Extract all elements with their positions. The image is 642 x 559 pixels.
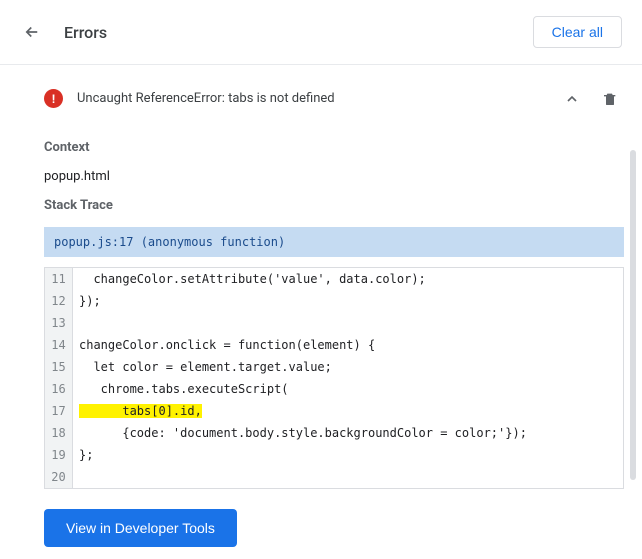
code-line: 14changeColor.onclick = function(element… <box>45 334 623 356</box>
code-line: 13 <box>45 312 623 334</box>
view-dev-tools-button[interactable]: View in Developer Tools <box>44 509 237 547</box>
page-title: Errors <box>64 23 107 42</box>
clear-all-button[interactable]: Clear all <box>533 16 622 48</box>
code-line: 11 changeColor.setAttribute('value', dat… <box>45 268 623 290</box>
error-icon: ! <box>44 89 63 108</box>
code-line: 20 <box>45 466 623 488</box>
error-row[interactable]: ! Uncaught ReferenceError: tabs is not d… <box>44 79 618 126</box>
code-line-highlight: 17 tabs[0].id, <box>45 400 623 422</box>
code-line: 12}); <box>45 290 623 312</box>
trash-icon[interactable] <box>602 90 618 108</box>
context-heading: Context <box>44 140 618 155</box>
code-line: 16 chrome.tabs.executeScript( <box>45 378 623 400</box>
header: Errors Clear all <box>0 0 642 65</box>
code-line: 15 let color = element.target.value; <box>45 356 623 378</box>
error-actions <box>564 90 618 108</box>
error-message: Uncaught ReferenceError: tabs is not def… <box>77 91 335 106</box>
code-line: 18 {code: 'document.body.style.backgroun… <box>45 422 623 444</box>
code-line: 19}; <box>45 444 623 466</box>
back-arrow-icon[interactable] <box>22 22 42 42</box>
footer: View in Developer Tools <box>0 489 642 547</box>
code-block: 11 changeColor.setAttribute('value', dat… <box>44 267 624 489</box>
chevron-up-icon[interactable] <box>564 91 580 107</box>
context-value: popup.html <box>44 169 618 184</box>
stack-trace-heading: Stack Trace <box>44 198 618 213</box>
stack-trace-frame[interactable]: popup.js:17 (anonymous function) <box>44 227 624 257</box>
scrollbar[interactable] <box>630 150 636 480</box>
content: ! Uncaught ReferenceError: tabs is not d… <box>0 65 642 489</box>
